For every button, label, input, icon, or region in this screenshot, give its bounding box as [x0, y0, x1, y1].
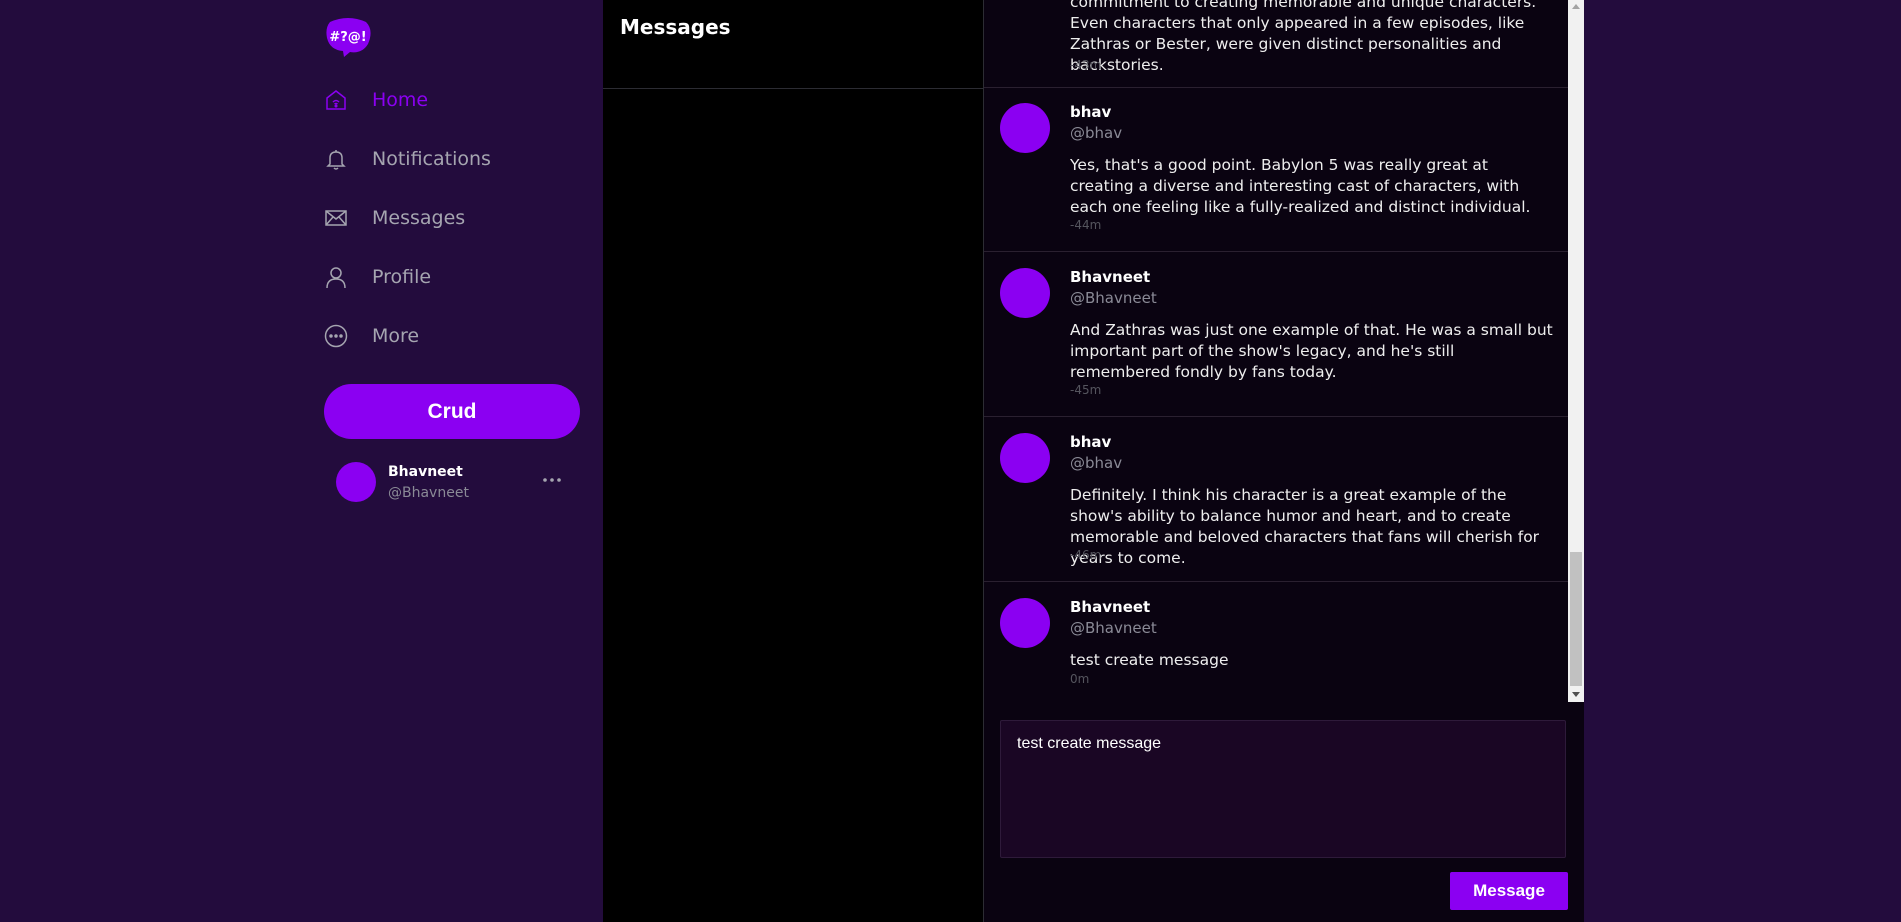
app-logo[interactable]: #?@!: [324, 16, 372, 58]
message-time: -43m: [1070, 58, 1102, 72]
message-author-name: bhav: [1070, 433, 1112, 451]
avatar: [336, 462, 376, 502]
messages-header: Messages: [603, 0, 983, 89]
avatar: [1000, 433, 1050, 483]
nav-messages-label: Messages: [372, 207, 466, 229]
conversation-panel: commitment to creating memorable and uni…: [984, 0, 1584, 922]
message-text: test create message: [1070, 651, 1229, 669]
nav-profile[interactable]: Profile: [324, 255, 431, 299]
message-item: Bhavneet @Bhavneet And Zathras was just …: [984, 252, 1568, 417]
message-time: -46m: [1070, 548, 1102, 562]
message-item: bhav @bhav Definitely. I think his chara…: [984, 417, 1568, 582]
scroll-down-icon[interactable]: [1572, 692, 1580, 697]
more-options-icon[interactable]: [540, 468, 564, 492]
message-time: 0m: [1070, 672, 1090, 686]
messages-list-panel: Messages: [603, 0, 984, 922]
message-author-name: Bhavneet: [1070, 268, 1151, 286]
nav-notifications-label: Notifications: [372, 148, 491, 170]
nav-more[interactable]: More: [324, 314, 419, 358]
page-title: Messages: [620, 15, 731, 39]
current-user-name: Bhavneet: [388, 464, 463, 480]
avatar: [1000, 598, 1050, 648]
nav-profile-label: Profile: [372, 266, 432, 288]
message-item: bhav @bhav Yes, that's a good point. Bab…: [984, 87, 1568, 252]
avatar: [1000, 268, 1050, 318]
message-author-handle: @bhav: [1070, 124, 1123, 142]
message-time: -45m: [1070, 383, 1102, 397]
crud-button[interactable]: Crud: [324, 384, 580, 439]
nav-messages[interactable]: Messages: [324, 196, 465, 240]
user-icon: [324, 265, 348, 289]
logo-text: #?@!: [329, 30, 366, 45]
home-icon: [324, 88, 348, 112]
scroll-up-icon[interactable]: [1572, 4, 1580, 9]
message-author-name: bhav: [1070, 103, 1112, 121]
send-message-button[interactable]: Message: [1450, 872, 1568, 910]
message-text: Yes, that's a good point. Babylon 5 was …: [1070, 156, 1531, 216]
left-sidebar: #?@! Home Notifications Messages Profile…: [0, 0, 603, 922]
current-user-card[interactable]: Bhavneet @Bhavneet: [336, 462, 576, 504]
message-composer-input[interactable]: test create message: [1000, 720, 1566, 858]
message-item: commitment to creating memorable and uni…: [984, 0, 1568, 88]
message-item: Bhavneet @Bhavneet test create message 0…: [984, 582, 1568, 700]
bell-icon: [324, 147, 348, 171]
nav-home[interactable]: Home: [324, 78, 428, 122]
scrollbar-thumb[interactable]: [1570, 552, 1582, 686]
nav-home-label: Home: [372, 89, 429, 111]
envelope-icon: [324, 206, 348, 230]
message-text: commitment to creating memorable and uni…: [1070, 0, 1537, 74]
message-text: And Zathras was just one example of that…: [1070, 321, 1553, 381]
more-circle-icon: [324, 324, 348, 348]
nav-more-label: More: [372, 325, 420, 347]
message-thread[interactable]: commitment to creating memorable and uni…: [984, 0, 1568, 700]
message-author-handle: @bhav: [1070, 454, 1123, 472]
message-text: Definitely. I think his character is a g…: [1070, 486, 1540, 567]
nav-notifications[interactable]: Notifications: [324, 137, 491, 181]
message-author-handle: @Bhavneet: [1070, 619, 1157, 637]
thread-scrollbar[interactable]: [1568, 0, 1584, 702]
avatar: [1000, 103, 1050, 153]
message-time: -44m: [1070, 218, 1102, 232]
message-author-handle: @Bhavneet: [1070, 289, 1157, 307]
right-background: [1584, 0, 1901, 922]
message-author-name: Bhavneet: [1070, 598, 1151, 616]
current-user-handle: @Bhavneet: [388, 485, 469, 501]
